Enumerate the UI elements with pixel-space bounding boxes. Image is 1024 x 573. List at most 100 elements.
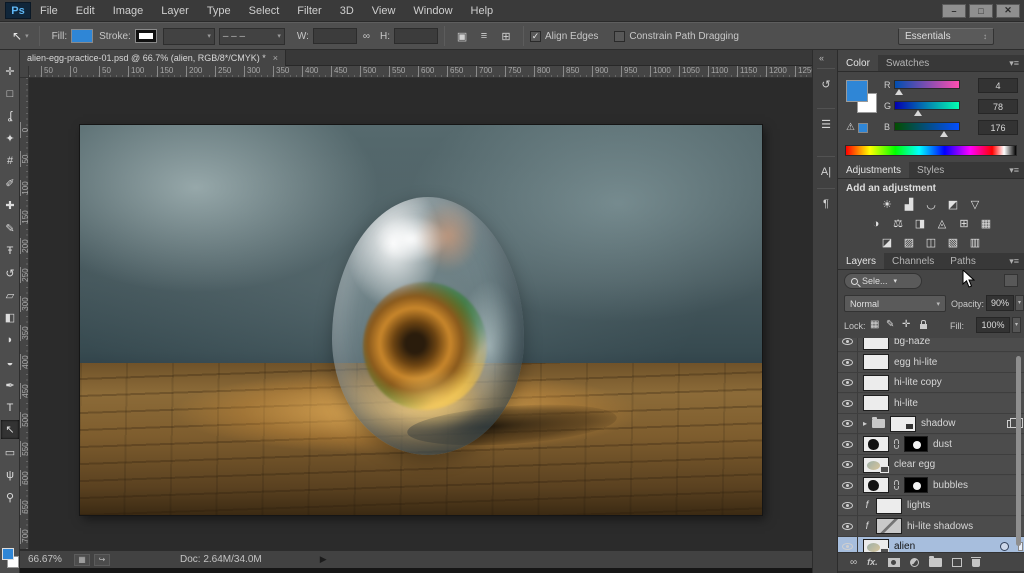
tab-adjustments[interactable]: Adjustments bbox=[838, 162, 909, 178]
visibility-cell[interactable] bbox=[838, 338, 858, 352]
zoom-tool[interactable]: ⚲ bbox=[1, 488, 19, 507]
layer-row-hi-lite-copy[interactable]: hi-lite copy bbox=[838, 373, 1024, 393]
color-lookup-icon[interactable]: ▦ bbox=[978, 216, 995, 231]
eyedropper-tool[interactable]: ✐ bbox=[1, 174, 19, 193]
stroke-color-swatch[interactable] bbox=[135, 29, 157, 43]
slider-thumb[interactable] bbox=[895, 89, 903, 95]
gamut-warning[interactable]: ⚠ bbox=[846, 122, 868, 133]
tab-styles[interactable]: Styles bbox=[909, 162, 952, 178]
brightness-contrast-icon[interactable]: ☀ bbox=[879, 197, 896, 212]
path-operations-button[interactable]: ▣ bbox=[452, 27, 472, 45]
hand-tool[interactable]: ψ bbox=[1, 465, 19, 484]
horizontal-ruler[interactable]: 5005010015020025030035040045050055060065… bbox=[29, 66, 812, 78]
lock-pixels-icon[interactable]: ✎ bbox=[886, 319, 894, 330]
visibility-cell[interactable] bbox=[838, 475, 858, 495]
channel-slider[interactable] bbox=[894, 122, 960, 131]
menu-file[interactable]: File bbox=[31, 5, 67, 17]
panel-menu-icon[interactable]: ▾≡ bbox=[1009, 253, 1019, 269]
gradient-map-icon[interactable]: ▥ bbox=[967, 235, 984, 250]
menu-3d[interactable]: 3D bbox=[331, 5, 363, 17]
panel-foreground-swatch[interactable] bbox=[846, 80, 868, 102]
layer-filter-select[interactable]: Sele... ▾ bbox=[844, 273, 922, 289]
eye-icon[interactable] bbox=[842, 400, 853, 407]
history-panel-icon[interactable]: ↺ bbox=[816, 75, 836, 93]
tool-preset-picker[interactable]: ↖ ▾ bbox=[8, 27, 33, 45]
foreground-color-swatch[interactable] bbox=[2, 548, 14, 560]
constrain-path-checkbox[interactable] bbox=[614, 31, 625, 42]
selective-color-icon[interactable]: ▧ bbox=[945, 235, 962, 250]
properties-panel-icon[interactable]: ☰ bbox=[816, 115, 836, 133]
lasso-tool[interactable]: ʆ bbox=[1, 107, 19, 126]
tab-swatches[interactable]: Swatches bbox=[878, 55, 937, 71]
crop-tool[interactable]: # bbox=[1, 152, 19, 171]
channel-slider[interactable] bbox=[894, 80, 960, 89]
black-white-icon[interactable]: ◨ bbox=[912, 216, 929, 231]
lock-position-icon[interactable]: ✛ bbox=[902, 319, 910, 330]
rectangular-marquee-tool[interactable]: □ bbox=[1, 84, 19, 103]
fill-color-swatch[interactable] bbox=[71, 29, 93, 43]
link-layers-icon[interactable]: ∞ bbox=[850, 557, 857, 568]
layer-row-clear-egg[interactable]: clear egg bbox=[838, 455, 1024, 475]
align-edges-checkbox[interactable]: ✓ bbox=[530, 31, 541, 42]
layer-row-hi-lite-shadows[interactable]: fhi-lite shadows bbox=[838, 517, 1024, 537]
clone-stamp-tool[interactable]: Ŧ bbox=[1, 241, 19, 260]
menu-edit[interactable]: Edit bbox=[67, 5, 104, 17]
path-selection-tool[interactable]: ↖ bbox=[1, 420, 19, 439]
visibility-cell[interactable] bbox=[838, 414, 858, 434]
menu-help[interactable]: Help bbox=[462, 5, 503, 17]
new-adjustment-layer-icon[interactable] bbox=[910, 558, 919, 567]
path-arrangement-button[interactable]: ⊞ bbox=[496, 27, 516, 45]
lock-transparency-icon[interactable]: ▦ bbox=[870, 319, 879, 330]
tab-layers[interactable]: Layers bbox=[838, 253, 884, 269]
fill-dropdown-arrow[interactable]: ▾ bbox=[1012, 317, 1021, 333]
filter-toggle-button[interactable] bbox=[1004, 274, 1018, 287]
status-menu-arrow[interactable]: ▶ bbox=[320, 554, 327, 565]
ruler-corner[interactable] bbox=[20, 66, 29, 78]
hue-saturation-icon[interactable]: ◑ bbox=[868, 216, 885, 231]
visibility-cell[interactable] bbox=[838, 516, 858, 536]
pen-tool[interactable]: ✒ bbox=[1, 376, 19, 395]
invert-icon[interactable]: ◪ bbox=[879, 235, 896, 250]
panel-menu-icon[interactable]: ▾≡ bbox=[1009, 162, 1019, 178]
rectangle-tool[interactable]: ▭ bbox=[1, 443, 19, 462]
minimize-button[interactable]: – bbox=[942, 4, 966, 18]
channel-slider[interactable] bbox=[894, 101, 960, 110]
close-button[interactable]: ✕ bbox=[996, 4, 1020, 18]
visibility-cell[interactable] bbox=[838, 537, 858, 553]
eye-icon[interactable] bbox=[842, 523, 853, 530]
channel-value-field[interactable]: 4 bbox=[978, 78, 1018, 93]
menu-view[interactable]: View bbox=[363, 5, 405, 17]
visibility-cell[interactable] bbox=[838, 434, 858, 454]
visibility-cell[interactable] bbox=[838, 455, 858, 475]
zoom-level-field[interactable]: 66.67% bbox=[28, 554, 74, 565]
curves-icon[interactable]: ◡ bbox=[923, 197, 940, 212]
tab-channels[interactable]: Channels bbox=[884, 253, 942, 269]
visibility-cell[interactable] bbox=[838, 352, 858, 372]
visibility-cell[interactable] bbox=[838, 373, 858, 393]
threshold-icon[interactable]: ◫ bbox=[923, 235, 940, 250]
stroke-width-select[interactable]: ▾ bbox=[163, 28, 215, 45]
fill-field[interactable]: 100% bbox=[976, 317, 1010, 333]
eye-icon[interactable] bbox=[842, 420, 853, 427]
color-balance-icon[interactable]: ⚖ bbox=[890, 216, 907, 231]
menu-window[interactable]: Window bbox=[404, 5, 461, 17]
layer-row-alien[interactable]: alien bbox=[838, 537, 1024, 552]
eye-icon[interactable] bbox=[842, 461, 853, 468]
slider-thumb[interactable] bbox=[940, 131, 948, 137]
eraser-tool[interactable]: ▱ bbox=[1, 286, 19, 305]
type-tool[interactable]: T bbox=[1, 398, 19, 417]
eye-icon[interactable] bbox=[842, 502, 853, 509]
eye-icon[interactable] bbox=[842, 482, 853, 489]
status-arrow-icon[interactable]: ↪ bbox=[94, 554, 110, 566]
expand-panels-icon[interactable]: « bbox=[819, 53, 824, 63]
menu-select[interactable]: Select bbox=[240, 5, 289, 17]
delete-layer-icon[interactable] bbox=[972, 559, 980, 567]
color-spectrum-ramp[interactable] bbox=[845, 145, 1017, 156]
tab-paths[interactable]: Paths bbox=[942, 253, 984, 269]
menu-type[interactable]: Type bbox=[198, 5, 240, 17]
panel-menu-icon[interactable]: ▾≡ bbox=[1009, 55, 1019, 71]
layer-row-shadow[interactable]: ▸shadow bbox=[838, 414, 1024, 434]
eye-icon[interactable] bbox=[842, 338, 853, 345]
spot-healing-tool[interactable]: ✚ bbox=[1, 196, 19, 215]
posterize-icon[interactable]: ▨ bbox=[901, 235, 918, 250]
